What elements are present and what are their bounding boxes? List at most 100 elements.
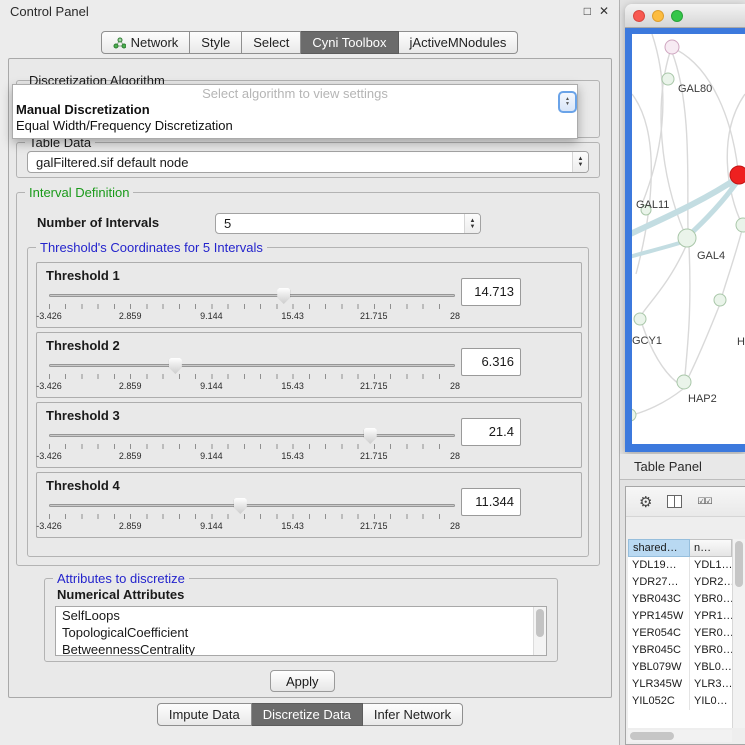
network-node-label: GCY1 xyxy=(632,335,662,347)
tab-discretize-data[interactable]: Discretize Data xyxy=(252,703,363,726)
table-row[interactable]: YER054CYER0… xyxy=(628,625,732,642)
tab-cyni-toolbox[interactable]: Cyni Toolbox xyxy=(301,31,398,54)
gear-icon[interactable]: ⚙ xyxy=(639,493,652,511)
attributes-to-discretize-group: Attributes to discretize Numerical Attri… xyxy=(44,578,558,662)
threshold-1-value-field[interactable]: 14.713 xyxy=(461,278,521,306)
combo-down-icon: ▼ xyxy=(578,162,584,168)
table-row[interactable]: YDR27…YDR2… xyxy=(628,574,732,591)
scrollbar-thumb[interactable] xyxy=(630,732,674,740)
network-node[interactable] xyxy=(714,294,726,306)
network-node[interactable] xyxy=(677,375,691,389)
threshold-3-slider[interactable]: -3.426 2.859 9.144 15.43 21.715 28 xyxy=(49,427,455,465)
number-of-intervals-value: 5 xyxy=(216,214,464,233)
tab-infer-network[interactable]: Infer Network xyxy=(363,703,463,726)
tab-select[interactable]: Select xyxy=(242,31,301,54)
table-row[interactable]: YLR345WYLR3… xyxy=(628,676,732,693)
table-panel-titlebar: Table Panel xyxy=(620,454,745,480)
network-node-selected[interactable] xyxy=(730,166,745,184)
network-node[interactable] xyxy=(736,218,745,232)
tab-jactivemodules[interactable]: jActiveMNodules xyxy=(399,31,519,54)
columns-icon[interactable] xyxy=(667,495,682,508)
cell-shared-name: YBL079W xyxy=(628,659,690,676)
close-traffic-light[interactable] xyxy=(633,10,645,22)
scale-label: 2.859 xyxy=(119,381,142,391)
combo-down-icon: ▼ xyxy=(470,224,476,230)
thresholds-coordinates-group-title: Threshold's Coordinates for 5 Intervals xyxy=(36,240,267,255)
network-node-label: GAL80 xyxy=(678,83,712,95)
select-columns-icon[interactable]: ☑☑ xyxy=(697,496,711,507)
algorithm-option-equal-width[interactable]: Equal Width/Frequency Discretization xyxy=(13,118,577,134)
threshold-2-slider[interactable]: -3.426 2.859 9.144 15.43 21.715 28 xyxy=(49,357,455,395)
threshold-3-label: Threshold 3 xyxy=(46,408,120,423)
close-icon[interactable]: ✕ xyxy=(599,5,609,17)
table-row[interactable]: YBR045CYBR0… xyxy=(628,642,732,659)
cell-name: YBR0… xyxy=(690,642,732,659)
threshold-3-value-field[interactable]: 21.4 xyxy=(461,418,521,446)
column-header-name[interactable]: n… xyxy=(690,539,732,557)
scale-label: 9.144 xyxy=(200,451,223,461)
table-row[interactable]: YBL079WYBL0… xyxy=(628,659,732,676)
tab-impute-data[interactable]: Impute Data xyxy=(157,703,252,726)
network-graph xyxy=(632,34,745,444)
cell-name: YPR1… xyxy=(690,608,732,625)
slider-scale: -3.426 2.859 9.144 15.43 21.715 28 xyxy=(49,381,455,392)
threshold-1-slider[interactable]: -3.426 2.859 9.144 15.43 21.715 28 xyxy=(49,287,455,325)
cell-name: YER0… xyxy=(690,625,732,642)
table-toolbar: ⚙ ☑☑ xyxy=(626,487,745,517)
slider-scale: -3.426 2.859 9.144 15.43 21.715 28 xyxy=(49,451,455,462)
algorithm-combo-stepper[interactable]: ▲ ▼ xyxy=(558,91,577,113)
threshold-4-slider[interactable]: -3.426 2.859 9.144 15.43 21.715 28 xyxy=(49,497,455,535)
slider-ticks xyxy=(49,444,455,449)
network-canvas[interactable]: GAL80 GAL11 GAL4 GCY1 HAP2 H xyxy=(632,34,745,444)
cell-shared-name: YER054C xyxy=(628,625,690,642)
table-row[interactable]: YBR043CYBR0… xyxy=(628,591,732,608)
minimize-traffic-light[interactable] xyxy=(652,10,664,22)
scale-label: -3.426 xyxy=(36,311,62,321)
slider-thumb[interactable] xyxy=(169,358,182,374)
slider-thumb[interactable] xyxy=(364,428,377,444)
network-node-label: HAP2 xyxy=(688,393,717,405)
tab-network[interactable]: Network xyxy=(101,31,191,54)
network-node[interactable] xyxy=(632,409,636,421)
table-body: YDL19…YDL1… YDR27…YDR2… YBR043CYBR0… YPR… xyxy=(628,557,732,728)
network-node-label-partial: H xyxy=(737,336,745,348)
list-item[interactable]: SelfLoops xyxy=(56,607,546,624)
tab-style[interactable]: Style xyxy=(190,31,242,54)
scrollbar-thumb[interactable] xyxy=(735,541,743,587)
scale-label: 21.715 xyxy=(360,451,388,461)
slider-thumb[interactable] xyxy=(234,498,247,514)
number-of-intervals-combo[interactable]: 5 ▲ ▼ xyxy=(215,213,481,234)
network-node[interactable] xyxy=(678,229,696,247)
network-node[interactable] xyxy=(634,313,646,325)
combo-stepper-icon: ▲ ▼ xyxy=(464,214,480,233)
column-header-shared-name[interactable]: shared… xyxy=(628,539,690,557)
cyni-bottom-tab-bar: Impute Data Discretize Data Infer Networ… xyxy=(0,703,620,726)
table-data-combo[interactable]: galFiltered.sif default node ▲ ▼ xyxy=(27,151,589,173)
scale-label: -3.426 xyxy=(36,451,62,461)
scrollbar-thumb[interactable] xyxy=(536,609,544,637)
table-row[interactable]: YDL19…YDL1… xyxy=(628,557,732,574)
threshold-2-value-field[interactable]: 6.316 xyxy=(461,348,521,376)
apply-button-label: Apply xyxy=(286,674,319,689)
threshold-4-label: Threshold 4 xyxy=(46,478,120,493)
network-node[interactable] xyxy=(665,40,679,54)
table-row[interactable]: YPR145WYPR1… xyxy=(628,608,732,625)
slider-thumb[interactable] xyxy=(277,288,290,304)
list-item[interactable]: TopologicalCoefficient xyxy=(56,624,546,641)
table-row[interactable]: YIL052CYIL0… xyxy=(628,693,732,710)
apply-button[interactable]: Apply xyxy=(270,670,335,692)
table-horizontal-scrollbar[interactable] xyxy=(628,730,732,742)
cell-shared-name: YLR345W xyxy=(628,676,690,693)
table-header-row: shared… n… xyxy=(628,539,732,557)
attributes-list-scrollbar[interactable] xyxy=(533,607,546,655)
network-node[interactable] xyxy=(662,73,674,85)
algorithm-option-manual-discretization[interactable]: Manual Discretization xyxy=(13,102,577,118)
threshold-4-value-field[interactable]: 11.344 xyxy=(461,488,521,516)
list-item[interactable]: BetweennessCentrality xyxy=(56,641,546,656)
float-window-icon[interactable]: □ xyxy=(584,5,591,17)
table-vertical-scrollbar[interactable] xyxy=(732,539,745,728)
algorithm-option-placeholder[interactable]: Select algorithm to view settings xyxy=(13,85,577,102)
slider-track xyxy=(49,434,455,437)
zoom-traffic-light[interactable] xyxy=(671,10,683,22)
cell-name: YBR0… xyxy=(690,591,732,608)
